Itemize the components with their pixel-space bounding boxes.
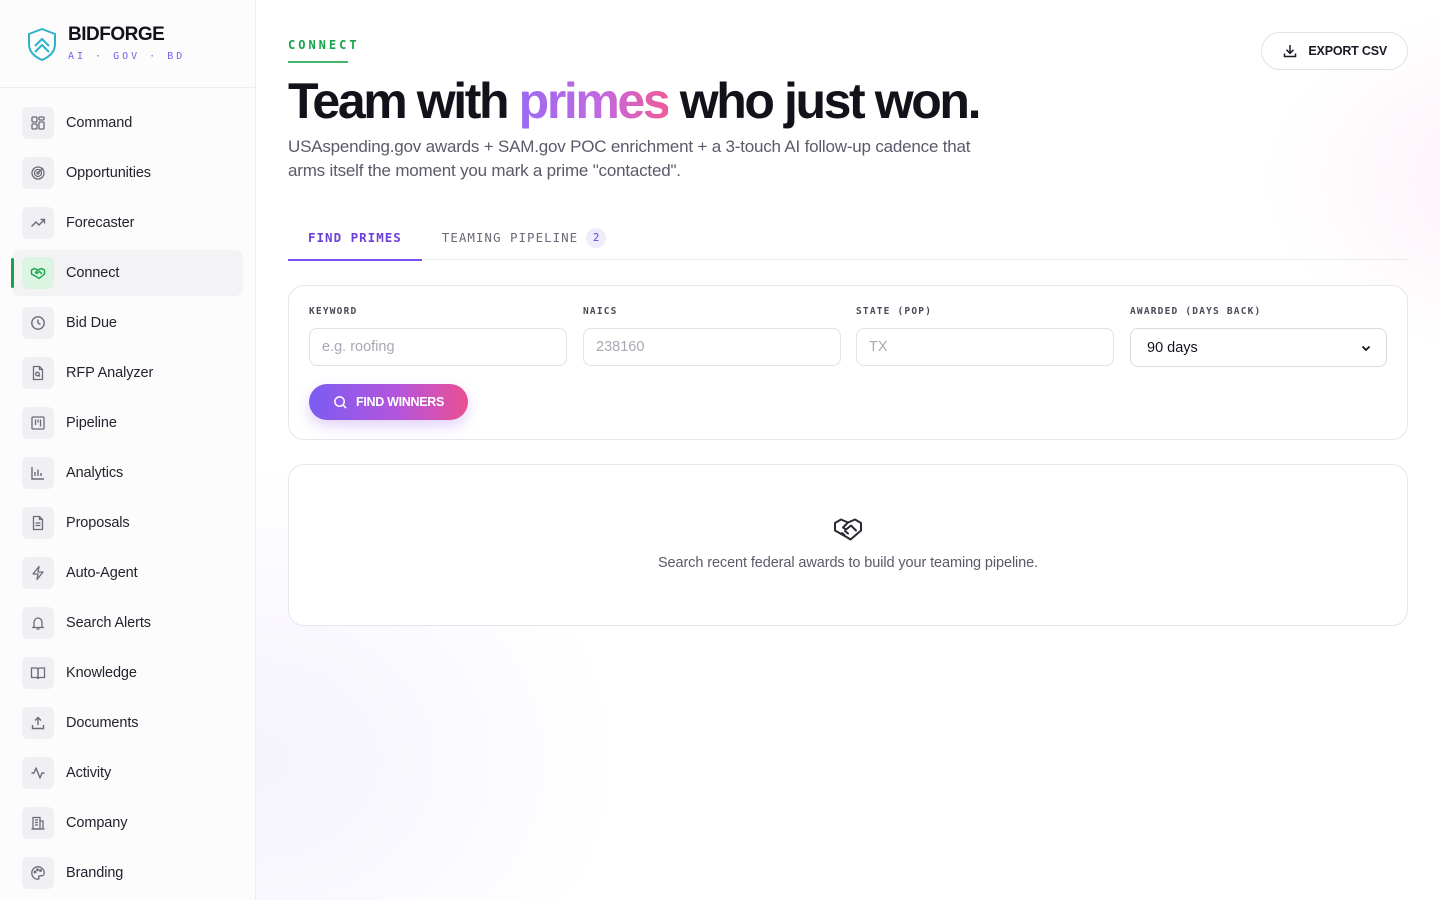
brand-tagline: AI · GOV · BD [68,51,186,62]
activity-icon [22,757,54,789]
palette-icon [22,857,54,889]
chevron-down-icon [1361,345,1371,351]
target-icon [22,157,54,189]
sidebar-item-label: Connect [66,265,120,281]
clock-icon [22,307,54,339]
sidebar-nav: Command Opportunities Forecaster Connect [0,88,255,896]
export-csv-label: EXPORT CSV [1308,44,1387,58]
results-empty-state: Search recent federal awards to build yo… [288,464,1408,626]
sidebar-item-activity[interactable]: Activity [12,750,243,796]
sidebar-item-label: Auto-Agent [66,565,138,581]
title-accent: primes [518,73,671,129]
sidebar-item-search-alerts[interactable]: Search Alerts [12,600,243,646]
title-prefix: Team with [288,73,519,129]
sidebar-item-label: Opportunities [66,165,151,181]
sidebar-item-label: Activity [66,765,112,781]
sidebar-item-rfp-analyzer[interactable]: RFP Analyzer [12,350,243,396]
naics-field: NAICS [583,306,841,366]
empty-state-message: Search recent federal awards to build yo… [657,555,1039,571]
find-winners-button[interactable]: FIND WINNERS [309,384,469,420]
state-label: STATE (POP) [856,306,933,317]
tab-label: FIND PRIMES [308,230,402,245]
sidebar-item-company[interactable]: Company [12,800,243,846]
keyword-input[interactable] [309,328,567,366]
lightning-icon [22,557,54,589]
awarded-select[interactable]: 90 days [1130,328,1387,367]
tab-find-primes[interactable]: FIND PRIMES [288,215,422,261]
tab-label: TEAMING PIPELINE [441,230,579,245]
search-filters-card: KEYWORD NAICS STATE (POP) AWARDED (DAYS … [288,285,1408,440]
sidebar-item-label: Analytics [66,465,124,481]
page-eyebrow: CONNECT [288,38,360,52]
naics-label: NAICS [583,306,618,317]
app-root: BIDFORGE AI · GOV · BD Command Opportuni… [0,0,1440,900]
sidebar-item-connect[interactable]: Connect [11,250,243,296]
building-icon [22,807,54,839]
sidebar-item-opportunities[interactable]: Opportunities [12,150,243,196]
kanban-icon [22,407,54,439]
sidebar-item-label: Bid Due [66,315,117,331]
sidebar-item-label: Proposals [66,515,130,531]
sidebar-item-documents[interactable]: Documents [12,700,243,746]
bar-chart-icon [22,457,54,489]
brand-header[interactable]: BIDFORGE AI · GOV · BD [0,0,255,88]
sidebar-item-label: Command [66,115,133,131]
eyebrow-underline [288,61,348,63]
awarded-label: AWARDED (DAYS BACK) [1130,306,1262,317]
find-winners-label: FIND WINNERS [356,395,445,409]
sidebar-item-command[interactable]: Command [12,100,243,146]
handshake-icon [22,257,54,289]
page-subtitle: USAspending.gov awards + SAM.gov POC enr… [288,137,971,180]
sidebar-item-knowledge[interactable]: Knowledge [12,650,243,696]
sidebar-item-label: RFP Analyzer [66,365,154,381]
sidebar-item-label: Forecaster [66,215,135,231]
count-badge: 2 [586,227,607,248]
sidebar-item-label: Company [66,815,128,831]
main-content: CONNECT EXPORT CSV Team with primes who … [256,0,1440,900]
sidebar-item-label: Branding [66,865,124,881]
download-icon [1284,45,1297,58]
state-input[interactable] [856,328,1114,366]
sidebar-item-label: Knowledge [66,665,137,681]
brand-text: BIDFORGE AI · GOV · BD [68,24,186,63]
title-suffix: who just won. [668,73,982,129]
export-csv-button[interactable]: EXPORT CSV [1261,32,1408,70]
naics-input[interactable] [583,328,841,366]
sidebar-item-pipeline[interactable]: Pipeline [12,400,243,446]
sidebar-item-forecaster[interactable]: Forecaster [12,200,243,246]
sidebar-item-auto-agent[interactable]: Auto-Agent [12,550,243,596]
grid-icon [22,107,54,139]
document-icon [22,507,54,539]
sidebar-item-label: Documents [66,715,139,731]
tab-teaming-pipeline[interactable]: TEAMING PIPELINE 2 [422,215,626,260]
state-field: STATE (POP) [856,306,1114,366]
sidebar: BIDFORGE AI · GOV · BD Command Opportuni… [0,0,256,900]
bell-icon [22,607,54,639]
keyword-label: KEYWORD [309,306,358,317]
book-icon [22,657,54,689]
sidebar-item-branding[interactable]: Branding [12,850,243,896]
brand-name: BIDFORGE [68,24,165,45]
trending-up-icon [22,207,54,239]
page-title: Team with primes who just won. [288,72,982,130]
upload-icon [22,707,54,739]
awarded-field: AWARDED (DAYS BACK) 90 days [1130,306,1388,367]
sidebar-item-label: Pipeline [66,415,117,431]
handshake-icon [834,518,862,541]
file-search-icon [22,357,54,389]
sidebar-item-label: Search Alerts [66,615,151,631]
sidebar-item-analytics[interactable]: Analytics [12,450,243,496]
tab-bar: FIND PRIMES TEAMING PIPELINE 2 [288,215,1408,261]
sidebar-item-bid-due[interactable]: Bid Due [12,300,243,346]
search-icon [334,395,347,409]
shield-logo-icon [28,27,56,61]
awarded-selected-value: 90 days [1147,339,1198,356]
keyword-field: KEYWORD [309,306,567,366]
sidebar-item-proposals[interactable]: Proposals [12,500,243,546]
